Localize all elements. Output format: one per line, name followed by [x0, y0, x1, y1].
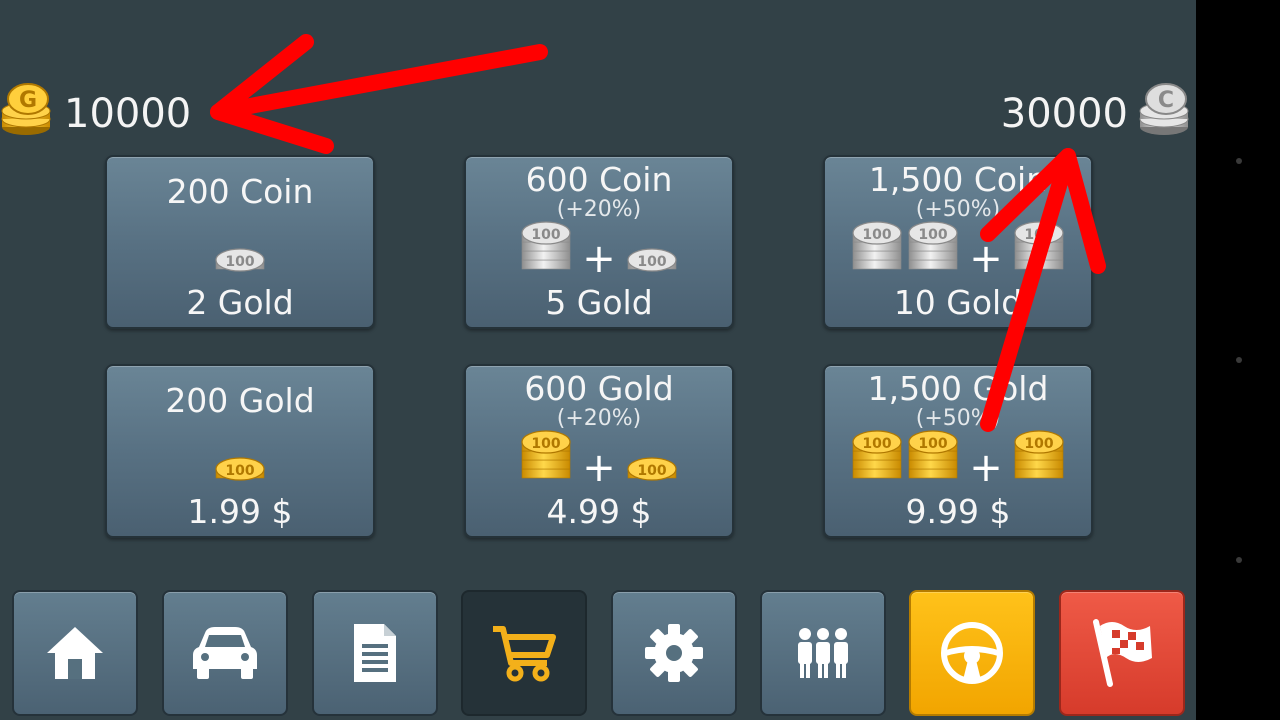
svg-text:100: 100: [225, 254, 254, 270]
gold-coin-stack-icon: 100: [851, 428, 903, 492]
silver-coin-stack-icon: 100: [851, 219, 903, 283]
garage-button[interactable]: [162, 590, 288, 716]
shop-card[interactable]: 600 Coin (+20%) 100 +100 5 Gold: [464, 155, 734, 329]
gold-coin-stack-icon: 100: [520, 428, 572, 492]
nav-dot: [1236, 357, 1242, 363]
shop-card-price: 2 Gold: [186, 283, 294, 322]
silver-coins-icon: 100: [107, 246, 373, 283]
silver-coin-stack-icon: 100: [1013, 219, 1065, 283]
silver-coin-stack-icon: 100: [520, 219, 572, 283]
svg-text:100: 100: [863, 436, 892, 452]
svg-text:C: C: [1158, 88, 1174, 113]
drive-button[interactable]: [909, 590, 1035, 716]
race-button[interactable]: [1059, 590, 1185, 716]
shop-card-title: 600 Coin: [525, 160, 673, 199]
nav-dot: [1236, 557, 1242, 563]
arrow-to-gold-head: [210, 34, 334, 154]
documents-button[interactable]: [312, 590, 438, 716]
shop-card-price: 10 Gold: [893, 283, 1023, 322]
gear-icon: [645, 624, 703, 682]
gold-coin-stack-icon: 100: [907, 428, 959, 492]
silver-coins-icon: 100 +100: [466, 219, 732, 283]
shop-card-price: 1.99 $: [187, 492, 293, 531]
home-icon: [47, 627, 103, 679]
settings-button[interactable]: [611, 590, 737, 716]
gold-balance: G 10000: [0, 83, 199, 142]
gold-coins-icon: 100 100 +100: [825, 428, 1091, 492]
game-screen: G 10000 30000 C 200 Coin 100 2 Gold 600 Coi…: [0, 0, 1196, 720]
gold-coin-stack-icon: 100: [214, 455, 266, 492]
shop-card[interactable]: 1,500 Coin (+50%) 100 100 +100 10 Gold: [823, 155, 1093, 329]
gold-coins-icon: 100 +100: [466, 428, 732, 492]
svg-text:100: 100: [637, 254, 666, 270]
team-icon: [798, 628, 848, 678]
cart-icon: [493, 626, 556, 682]
shop-card-title: 1,500 Gold: [867, 369, 1049, 408]
shop-card-price: 5 Gold: [545, 283, 653, 322]
shop-card-price: 9.99 $: [905, 492, 1011, 531]
nav-dot: [1236, 158, 1242, 164]
svg-text:G: G: [19, 88, 37, 113]
coin-balance: 30000 C: [993, 83, 1192, 142]
document-icon: [354, 624, 396, 682]
gold-coin-stack-icon: 100: [1013, 428, 1065, 492]
shop-button[interactable]: [461, 590, 587, 716]
svg-text:100: 100: [1024, 227, 1053, 243]
svg-text:100: 100: [863, 227, 892, 243]
plus-sign: +: [582, 236, 616, 282]
coin-balance-value: 30000: [1000, 91, 1128, 137]
flag-icon: [1093, 619, 1152, 687]
shop-card-title: 1,500 Coin: [868, 160, 1048, 199]
silver-coins-icon: 100 100 +100: [825, 219, 1091, 283]
team-button[interactable]: [760, 590, 886, 716]
steering-wheel-icon: [941, 622, 1003, 684]
svg-text:100: 100: [532, 436, 561, 452]
plus-sign: +: [969, 445, 1003, 491]
shop-card-title: 600 Gold: [524, 369, 674, 408]
silver-coins-icon: C: [1136, 81, 1192, 147]
silver-coin-stack-icon: 100: [626, 246, 678, 283]
shop-card[interactable]: 200 Coin 100 2 Gold: [105, 155, 375, 329]
svg-text:100: 100: [919, 227, 948, 243]
svg-text:100: 100: [919, 436, 948, 452]
shop-card-title: 200 Coin: [166, 172, 314, 211]
gold-coins-icon: 100: [107, 455, 373, 492]
silver-coin-stack-icon: 100: [907, 219, 959, 283]
car-icon: [193, 627, 257, 679]
plus-sign: +: [582, 445, 616, 491]
svg-text:100: 100: [637, 463, 666, 479]
silver-coin-stack-icon: 100: [214, 246, 266, 283]
shop-card-title: 200 Gold: [165, 381, 315, 420]
gold-coins-icon: G: [0, 81, 56, 147]
shop-card[interactable]: 600 Gold (+20%) 100 +100 4.99 $: [464, 364, 734, 538]
shop-card-price: 4.99 $: [546, 492, 652, 531]
shop-card[interactable]: 200 Gold 100 1.99 $: [105, 364, 375, 538]
svg-text:100: 100: [1024, 436, 1053, 452]
arrow-to-gold-shaft: [210, 44, 548, 120]
plus-sign: +: [969, 236, 1003, 282]
gold-coin-stack-icon: 100: [626, 455, 678, 492]
home-button[interactable]: [12, 590, 138, 716]
svg-text:100: 100: [225, 463, 254, 479]
shop-card[interactable]: 1,500 Gold (+50%) 100 100 +100 9.99 $: [823, 364, 1093, 538]
gold-balance-value: 10000: [64, 91, 192, 137]
svg-text:100: 100: [532, 227, 561, 243]
